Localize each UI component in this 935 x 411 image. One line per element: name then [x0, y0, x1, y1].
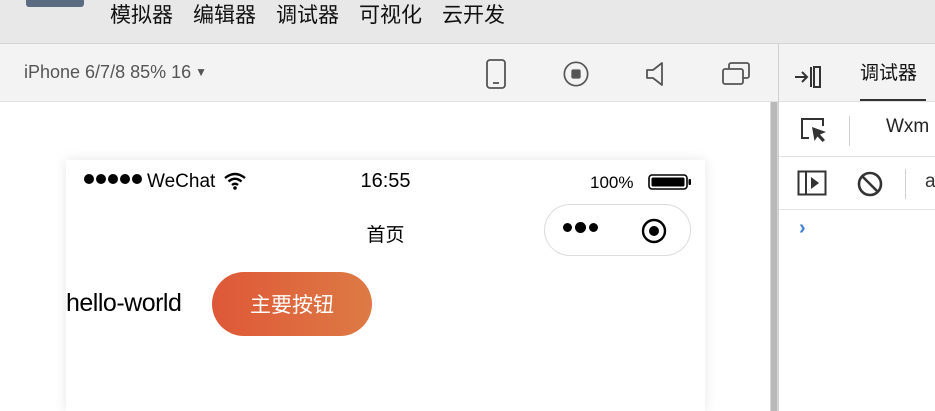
new-window-button[interactable]	[720, 59, 752, 89]
device-select-label: iPhone 6/7/8 85% 16	[24, 62, 192, 82]
speaker-icon	[646, 62, 663, 86]
phone-icon	[486, 59, 506, 89]
window-icon	[722, 62, 750, 85]
toolbar-divider	[849, 116, 850, 146]
hello-text: hello-world	[66, 289, 182, 317]
console-toolbar: a	[779, 157, 935, 210]
console-prompt[interactable]: ›	[799, 217, 806, 240]
record-icon	[563, 61, 589, 87]
mute-button[interactable]	[642, 59, 670, 89]
debugger-tabs: 调试器	[779, 44, 935, 102]
menu-item-cloud[interactable]: 云开发	[442, 0, 505, 30]
active-tab-indicator	[860, 99, 926, 101]
menu-item-visual[interactable]: 可视化	[359, 0, 422, 30]
more-icon[interactable]	[563, 222, 598, 233]
phone-button[interactable]	[482, 59, 510, 89]
simulator-scrollbar[interactable]	[770, 102, 778, 411]
show-sidebar-icon[interactable]	[797, 170, 827, 196]
battery-percent: 100%	[590, 173, 634, 192]
tab-debugger[interactable]: 调试器	[860, 58, 917, 85]
menu-item-simulator[interactable]: 模拟器	[110, 0, 173, 30]
debugger-panel: 调试器 Wxm a ›	[778, 44, 935, 411]
menu-item-debugger[interactable]: 调试器	[276, 0, 339, 30]
tab-wxml[interactable]: Wxm	[886, 116, 929, 138]
page-content: hello-world 主要按钮	[66, 272, 705, 336]
devtools-panel-tabs: Wxm	[779, 102, 935, 157]
clock-time: 16:55	[360, 170, 411, 192]
close-target-icon[interactable]	[641, 218, 667, 244]
phone-screen: WeChat 16:55 100% 首页 hello-world 主要按钮	[66, 160, 705, 411]
status-bar: WeChat 16:55 100%	[66, 160, 705, 204]
capsule-menu	[544, 204, 691, 256]
record-button[interactable]	[562, 59, 590, 89]
device-select[interactable]: iPhone 6/7/8 85% 16 ▼	[24, 62, 207, 83]
simulator-toolbar: iPhone 6/7/8 85% 16 ▼	[0, 44, 778, 102]
dock-right-icon[interactable]	[793, 64, 823, 90]
scrollbar-thumb[interactable]	[771, 102, 777, 411]
toolbar-divider	[905, 169, 906, 199]
inspect-icon[interactable]	[799, 116, 829, 144]
clear-console-icon[interactable]	[856, 170, 884, 198]
main-menu: 模拟器 编辑器 调试器 可视化 云开发	[110, 0, 505, 30]
caret-down-icon: ▼	[195, 65, 208, 79]
top-menu-bar: 模拟器 编辑器 调试器 可视化 云开发	[0, 0, 935, 44]
avatar[interactable]	[26, 0, 84, 7]
battery-icon	[648, 174, 691, 190]
primary-button[interactable]: 主要按钮	[212, 272, 372, 336]
menu-item-editor[interactable]: 编辑器	[193, 0, 256, 30]
context-select[interactable]: a	[925, 171, 935, 193]
mini-program-navbar: 首页	[66, 204, 705, 256]
